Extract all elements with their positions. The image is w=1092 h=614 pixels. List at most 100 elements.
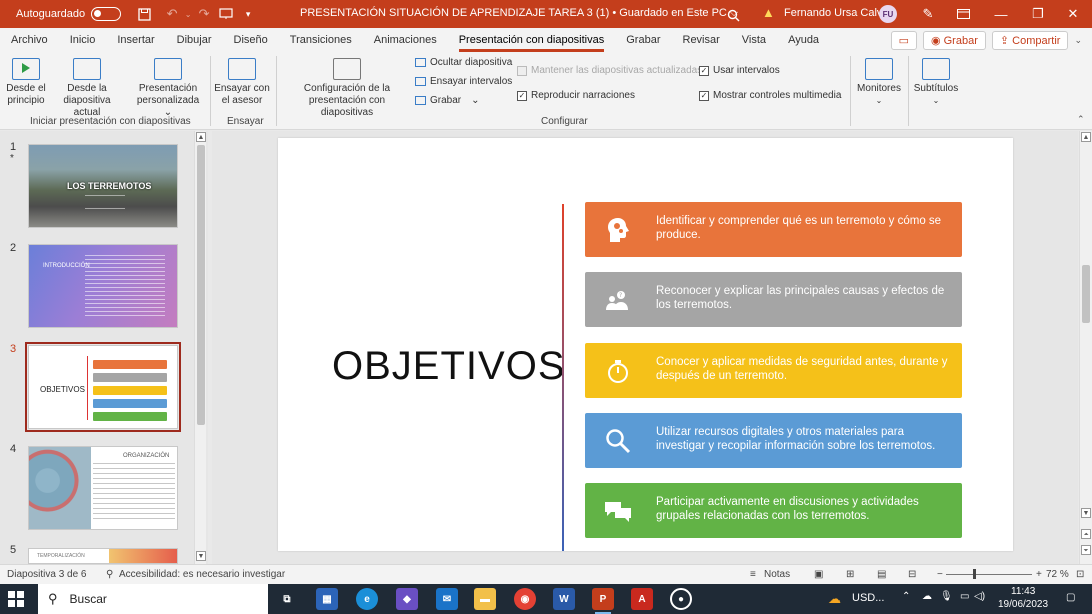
chevron-down-icon[interactable]: ⌄ [1074,35,1082,46]
objective-item[interactable]: Conocer y aplicar medidas de seguridad a… [585,343,962,398]
scroll-up-icon[interactable]: ▲ [196,132,206,142]
scroll-down-icon[interactable]: ▼ [196,551,206,561]
comments-button[interactable]: ▭ [890,31,917,50]
rehearse-timings-button[interactable]: Ensayar intervalos [415,76,512,87]
currency-widget[interactable]: USD... [852,592,884,604]
normal-view-icon[interactable]: ▣ [814,569,823,580]
document-title[interactable]: PRESENTACIÓN SITUACIÓN DE APRENDIZAJE TA… [300,7,738,20]
chevron-up-icon[interactable]: ⌃ [902,591,910,602]
objective-item[interactable]: Identificar y comprender qué es un terre… [585,202,962,257]
play-narrations-checkbox[interactable]: ✓ Reproducir narraciones [517,90,635,101]
network-icon[interactable]: ▭ [960,591,969,602]
current-slide[interactable]: OBJETIVOS Identificar y comprender qué e… [278,138,1013,551]
obs-icon[interactable]: ● [670,588,692,610]
zoom-out-icon[interactable]: − [937,569,943,580]
warning-icon[interactable]: ▲ [762,5,775,20]
subtitles-button[interactable]: Subtítulos ⌄ [911,56,961,107]
scroll-down-icon[interactable]: ▼ [1081,508,1091,518]
tab-dibujar[interactable]: Dibujar [166,28,223,52]
store-icon[interactable]: ▦ [316,588,338,610]
tab-transiciones[interactable]: Transiciones [279,28,363,52]
zoom-level[interactable]: 72 % [1046,569,1069,580]
accessibility-icon[interactable]: ⚲ [106,569,113,580]
record-button[interactable]: ◉ Grabar [922,31,986,50]
chrome-icon[interactable]: ◉ [514,588,536,610]
powerpoint-icon[interactable]: P [592,588,614,614]
tab-insertar[interactable]: Insertar [106,28,165,52]
share-button[interactable]: ⇪ Compartir [991,31,1069,50]
previous-slide-icon[interactable]: ⏶ [1081,529,1091,539]
media-controls-checkbox[interactable]: ✓ Mostrar controles multimedia [699,90,841,101]
search-icon[interactable] [722,4,744,26]
windows-start-icon[interactable] [8,591,24,607]
clock-time[interactable]: 11:43 [1011,586,1035,597]
close-icon[interactable]: ✕ [1062,3,1084,25]
zoom-slider-knob[interactable] [973,569,976,579]
slide-title[interactable]: OBJETIVOS [332,344,566,389]
acrobat-icon[interactable]: A [631,588,653,610]
slideshow-view-icon[interactable]: ⊟ [908,569,916,580]
objective-item[interactable]: Participar activamente en discusiones y … [585,483,962,538]
redo-icon[interactable]: ↷ [193,3,215,25]
notes-icon[interactable]: ≡ [750,569,756,580]
slide-thumbnail-5[interactable]: TEMPORALIZACIÓN [28,548,178,564]
thumbnail-scrollbar[interactable]: ▲ ▼ [194,131,206,564]
keep-updated-checkbox[interactable]: Mantener las diapositivas actualizadas [517,65,702,76]
slide-sorter-icon[interactable]: ⊞ [846,569,854,580]
from-current-button[interactable]: Desde la diapositiva actual [50,56,124,119]
use-timings-checkbox[interactable]: ✓ Usar intervalos [699,65,780,76]
taskbar-search[interactable]: ⚲ Buscar [38,584,268,614]
notes-button[interactable]: Notas [764,569,790,580]
tab-revisar[interactable]: Revisar [672,28,731,52]
user-name[interactable]: Fernando Ursa Calvo [784,7,889,19]
customize-toolbar-icon[interactable]: ▾ [237,3,259,25]
tab-inicio[interactable]: Inicio [59,28,107,52]
fit-slide-icon[interactable]: ⊡ [1076,569,1084,580]
scrollbar-thumb[interactable] [1082,265,1090,323]
record-dropdown[interactable]: Grabar ⌄ [415,95,480,106]
restore-icon[interactable]: ❐ [1027,3,1049,25]
custom-show-button[interactable]: Presentación personalizada ⌄ [132,56,204,119]
setup-show-button[interactable]: Configuración de la presentación con dia… [282,56,412,119]
mail-icon[interactable]: ✉ [436,588,458,610]
notifications-icon[interactable]: ▢ [1066,592,1075,603]
collapse-ribbon-icon[interactable]: ⌃ [1077,114,1085,125]
slide-thumbnail-3[interactable]: OBJETIVOS [25,342,181,432]
objective-item[interactable]: Utilizar recursos digitales y otros mate… [585,413,962,468]
rehearse-coach-button[interactable]: Ensayar con el asesor [214,56,270,107]
accessibility-status[interactable]: Accesibilidad: es necesario investigar [119,569,285,580]
task-view-icon[interactable]: ⧉ [276,588,298,610]
avatar[interactable]: FU [879,5,897,23]
tab-animaciones[interactable]: Animaciones [363,28,448,52]
word-icon[interactable]: W [553,588,575,610]
pen-icon[interactable]: ✎ [917,3,939,25]
chevron-down-icon[interactable]: ⌄ [183,3,193,25]
edge-icon[interactable]: e [356,588,378,610]
hide-slide-button[interactable]: Ocultar diapositiva [415,57,512,68]
cloud-icon[interactable]: ☁ [922,591,932,602]
slide-thumbnail-4[interactable]: ORGANIZACIÓN [28,446,178,530]
reading-view-icon[interactable]: ▤ [877,569,886,580]
slide-thumbnail-2[interactable]: INTRODUCCIÓN [28,244,178,328]
slide-thumbnail-1[interactable]: LOS TERREMOTOS [28,144,178,228]
zoom-in-icon[interactable]: + [1036,569,1042,580]
scroll-up-icon[interactable]: ▲ [1081,132,1091,142]
volume-icon[interactable]: ◁) [974,591,985,602]
monitors-button[interactable]: Monitores ⌄ [854,56,904,107]
clock-date[interactable]: 19/06/2023 [998,599,1048,610]
next-slide-icon[interactable]: ⏷ [1081,545,1091,555]
tab-grabar[interactable]: Grabar [615,28,671,52]
objective-item[interactable]: ? Reconocer y explicar las principales c… [585,272,962,327]
from-start-button[interactable]: Desde el principio [4,56,48,107]
file-explorer-icon[interactable]: ▬ [474,588,496,610]
slide-scrollbar[interactable]: ▲ ▼ ⏶ ⏷ [1079,131,1092,564]
ribbon-display-icon[interactable] [952,3,974,25]
zoom-slider[interactable] [946,574,1032,575]
scrollbar-thumb[interactable] [197,145,205,425]
tab-vista[interactable]: Vista [731,28,777,52]
microphone-icon[interactable]: 🎙 [940,591,953,602]
tab-ayuda[interactable]: Ayuda [777,28,830,52]
tab-diseno[interactable]: Diseño [223,28,279,52]
weather-icon[interactable]: ☁ [828,591,841,607]
present-icon[interactable] [215,3,237,25]
